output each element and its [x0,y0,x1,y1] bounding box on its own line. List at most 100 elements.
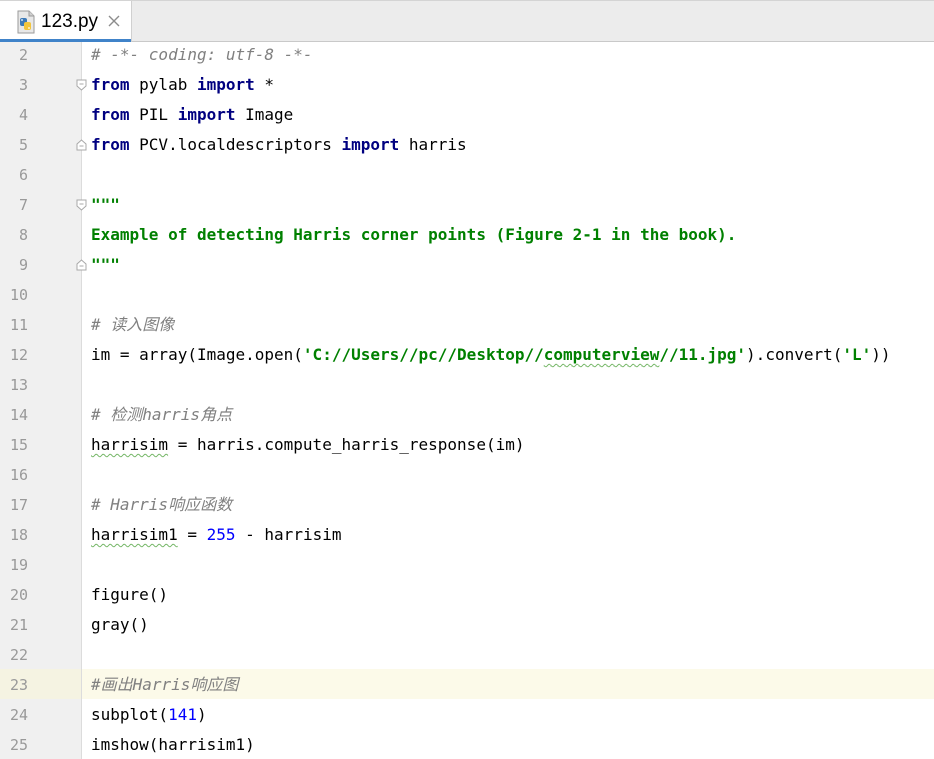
code-token: # 读入图像 [91,315,175,334]
line-number: 13 [9,376,28,394]
line-number: 18 [9,526,28,544]
code-line[interactable]: 5 from PCV.localdescriptors import harris [0,130,934,160]
code-line[interactable]: 21 gray() [0,610,934,640]
code-token: = harris.compute_harris_response(im) [168,435,525,454]
code-token: pylab [129,75,197,94]
code-token: harrisim [91,435,169,454]
code-text: # -*- coding: utf-8 -*- [91,40,313,70]
code-token: im = array(Image.open( [91,345,303,364]
code-line[interactable]: 3 from pylab import * [0,70,934,100]
line-number: 9 [18,256,28,274]
tab-123-py[interactable]: 123.py [0,1,132,42]
code-text: im = array(Image.open('C://Users//pc//De… [91,340,891,370]
code-token: imshow(harrisim1) [91,735,255,754]
code-text: from PIL import Image [91,100,293,130]
code-line[interactable]: 25 imshow(harrisim1) [0,730,934,759]
code-line[interactable]: 19 [0,550,934,580]
code-text: from PCV.localdescriptors import harris [91,130,467,160]
code-token: harris [399,135,467,154]
code-line[interactable]: 13 [0,370,934,400]
code-editor[interactable]: 2 # -*- coding: utf-8 -*- 3 from pylab impo… [0,42,934,759]
line-number: 19 [9,556,28,574]
line-number: 20 [9,586,28,604]
code-text: # 检测harris角点 [91,400,232,430]
code-token: )) [871,345,891,364]
fold-end-icon[interactable] [76,259,87,271]
code-token: """ [91,195,120,214]
code-line[interactable]: 17 # Harris响应函数 [0,490,934,520]
code-line[interactable]: 15 harrisim = harris.compute_harris_respo… [0,430,934,460]
code-token: from [91,135,130,154]
fold-start-icon[interactable] [76,79,87,91]
line-number: 10 [9,286,28,304]
editor-window: 123.py 2 # -*- coding: utf-8 -*- 3 from pyl… [0,0,934,759]
line-number: 5 [18,136,28,154]
code-line[interactable]: 2 # -*- coding: utf-8 -*- [0,40,934,70]
code-token: 141 [168,705,197,724]
code-text: """ [91,190,120,220]
code-token: Image [235,105,294,124]
close-icon[interactable] [106,13,122,29]
fold-start-icon[interactable] [76,199,87,211]
code-token: 'C://Users//pc//Desktop// [302,345,544,364]
line-number: 25 [9,736,28,754]
code-token: gray() [91,615,149,634]
code-line[interactable]: 24 subplot(141) [0,700,934,730]
code-text: subplot(141) [91,700,207,730]
line-number: 22 [9,646,28,664]
code-token: from [91,75,130,94]
line-number: 14 [9,406,28,424]
code-token: Example of detecting Harris corner point… [91,225,737,244]
code-token: subplot( [91,705,169,724]
line-number: 2 [18,46,28,64]
code-token: # Harris响应函数 [91,495,233,514]
python-file-icon [17,10,35,34]
code-line[interactable]: 23 #画出Harris响应图 [0,670,934,700]
code-text: figure() [91,580,168,610]
fold-end-icon[interactable] [76,139,87,151]
code-line[interactable]: 18 harrisim1 = 255 - harrisim [0,520,934,550]
line-number: 17 [9,496,28,514]
code-token: # -*- coding: utf-8 -*- [91,45,313,64]
code-token: 255 [206,525,236,544]
code-token: import [196,75,255,94]
editor-tab-bar: 123.py [0,0,934,42]
line-number: 23 [9,676,28,694]
code-line[interactable]: 16 [0,460,934,490]
line-number: 15 [9,436,28,454]
code-text: """ [91,250,120,280]
line-number: 11 [9,316,28,334]
code-text: Example of detecting Harris corner point… [91,220,736,250]
code-line[interactable]: 6 [0,160,934,190]
code-line[interactable]: 9 """ [0,250,934,280]
code-line[interactable]: 10 [0,280,934,310]
line-number: 7 [18,196,28,214]
code-line[interactable]: 14 # 检测harris角点 [0,400,934,430]
code-line[interactable]: 11 # 读入图像 [0,310,934,340]
code-line[interactable]: 7 """ [0,190,934,220]
code-line[interactable]: 4 from PIL import Image [0,100,934,130]
code-text: #画出Harris响应图 [91,670,238,700]
code-token: //11.jpg' [659,345,747,364]
code-line[interactable]: 12 im = array(Image.open('C://Users//pc//… [0,340,934,370]
code-token: * [254,75,275,94]
line-number: 12 [9,346,28,364]
code-token: figure() [91,585,169,604]
code-token: ) [196,705,207,724]
code-line[interactable]: 20 figure() [0,580,934,610]
line-number: 6 [18,166,28,184]
line-number: 8 [18,226,28,244]
code-line[interactable]: 22 [0,640,934,670]
code-token: import [177,105,236,124]
code-line[interactable]: 8 Example of detecting Harris corner poin… [0,220,934,250]
code-token: 'L' [842,345,872,364]
code-token: PIL [129,105,178,124]
code-text: harrisim1 = 255 - harrisim [91,520,341,550]
code-text: gray() [91,610,149,640]
line-number: 16 [9,466,28,484]
code-token: computerview [543,345,660,364]
code-token: - harrisim [235,525,342,544]
code-token: # 检测harris角点 [91,405,233,424]
code-token: PCV.localdescriptors [129,135,342,154]
code-token: #画出Harris响应图 [91,675,239,694]
